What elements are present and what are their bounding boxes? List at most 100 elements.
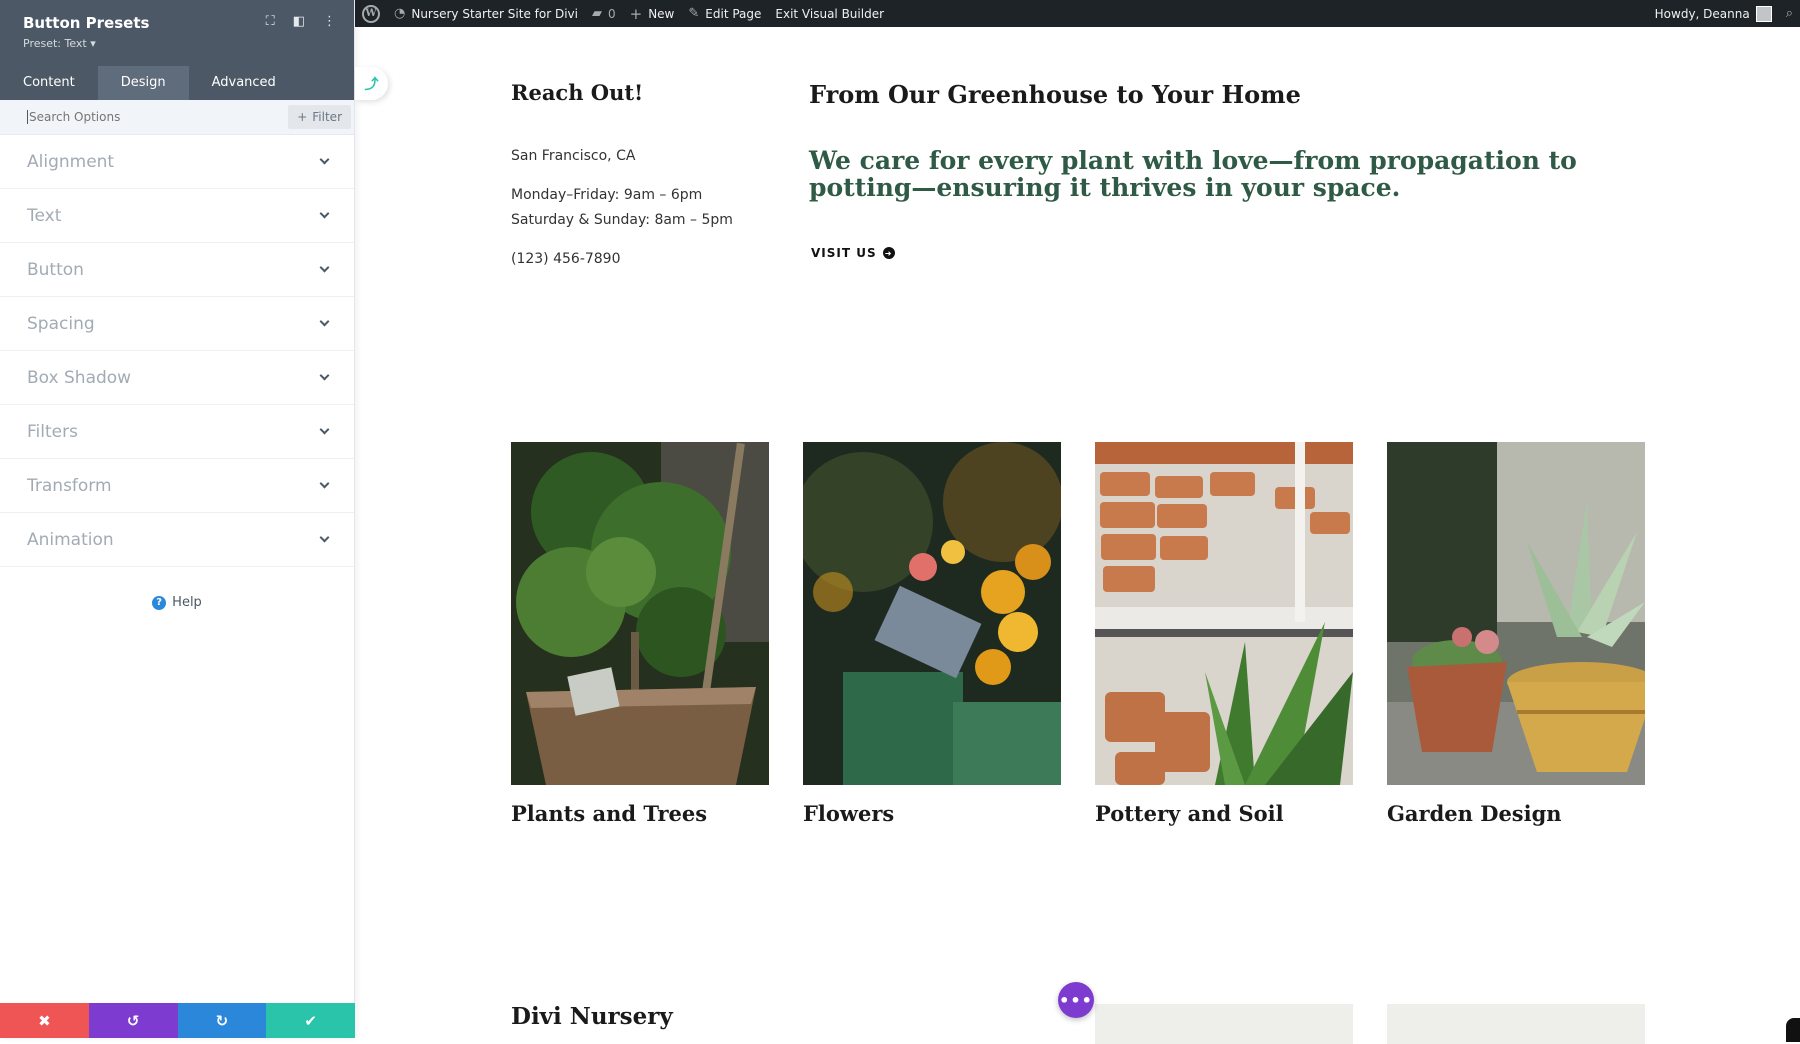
arrow-icon: ⤴ (364, 76, 379, 93)
hero-text: We care for every plant with love—from p… (809, 146, 1577, 202)
toggle-label: Button (27, 259, 84, 280)
collapse-panel-button[interactable]: ⤴ (355, 67, 388, 100)
site-name-link[interactable]: ◔ Nursery Starter Site for Divi (387, 0, 585, 27)
panel-footer: ✖ ↺ ↻ ✔ (0, 1003, 355, 1038)
search-options-input[interactable] (27, 110, 289, 124)
bottom-image-1 (1095, 1004, 1353, 1044)
toggle-label: Transform (27, 475, 112, 496)
avatar (1755, 5, 1772, 22)
arrow-right-icon: ➜ (882, 247, 895, 259)
chevron-down-icon (319, 154, 330, 165)
divi-nursery-heading: Divi Nursery (511, 1003, 673, 1030)
garden-design-image (1387, 442, 1645, 785)
card-caption: Flowers (803, 801, 895, 826)
undo-button[interactable]: ↺ (88, 1003, 178, 1038)
panel-header: Button Presets Preset: Text ▾ ⛶ ◧ ⋮ (0, 0, 354, 66)
toggle-label: Text (27, 205, 62, 226)
phone-text: (123) 456-7890 (511, 251, 621, 267)
chevron-down-icon (319, 424, 330, 435)
dashboard-icon: ◔ (394, 6, 406, 21)
account-menu[interactable]: Howdy, Deanna (1648, 0, 1779, 27)
pencil-icon: ✎ (688, 6, 700, 21)
tab-advanced[interactable]: Advanced (189, 66, 299, 100)
service-card-pottery[interactable]: Pottery and Soil (1095, 442, 1353, 826)
toggle-label: Alignment (27, 151, 115, 172)
admin-bar: W ◔ Nursery Starter Site for Divi ▰ 0 + … (355, 0, 1800, 27)
site-name-label: Nursery Starter Site for Divi (411, 6, 578, 21)
save-button[interactable]: ✔ (266, 1003, 355, 1038)
new-label: New (648, 6, 675, 21)
plus-icon: + (629, 4, 643, 23)
comments-count: 0 (607, 6, 616, 21)
chevron-down-icon (319, 316, 330, 327)
redo-icon: ↻ (215, 1011, 229, 1030)
toggle-filters[interactable]: Filters (0, 405, 354, 459)
search-icon: ⌕ (1785, 6, 1793, 21)
toggle-text[interactable]: Text (0, 189, 354, 243)
help-label: Help (172, 595, 202, 610)
page-settings-toggle[interactable] (1786, 1018, 1800, 1042)
chevron-down-icon (319, 370, 330, 381)
toggle-transform[interactable]: Transform (0, 459, 354, 513)
new-content-link[interactable]: + New (623, 0, 682, 27)
visit-us-label: VISIT US (811, 246, 877, 260)
service-card-flowers[interactable]: Flowers (803, 442, 1061, 826)
address-text: San Francisco, CA (511, 148, 636, 164)
toggle-label: Spacing (27, 313, 95, 334)
toggle-label: Box Shadow (27, 367, 132, 388)
toggle-box-shadow[interactable]: Box Shadow (0, 351, 354, 405)
filter-label: Filter (312, 110, 342, 124)
admin-search-button[interactable]: ⌕ (1779, 0, 1800, 27)
hero-heading: From Our Greenhouse to Your Home (809, 80, 1301, 109)
more-options-icon[interactable]: ⋮ (323, 14, 336, 29)
comment-icon: ▰ (591, 6, 602, 21)
hours-weekend-text: Saturday & Sunday: 8am – 5pm (511, 212, 733, 228)
service-card-plants[interactable]: Plants and Trees (511, 442, 769, 826)
check-icon: ✔ (304, 1011, 317, 1030)
flowers-image (803, 442, 1061, 785)
exit-visual-builder-label: Exit Visual Builder (775, 6, 885, 21)
fullscreen-icon[interactable]: ⛶ (266, 14, 275, 29)
chevron-down-icon (319, 532, 330, 543)
close-icon: ✖ (38, 1011, 51, 1030)
chevron-down-icon (319, 208, 330, 219)
card-caption: Garden Design (1387, 801, 1562, 826)
greeting-label: Howdy, Deanna (1654, 6, 1750, 21)
toggle-alignment[interactable]: Alignment (0, 135, 354, 189)
chevron-down-icon (319, 478, 330, 489)
preset-selector[interactable]: Preset: Text ▾ (23, 37, 331, 50)
panel-tabs: Content Design Advanced (0, 66, 354, 100)
search-row: + Filter (0, 100, 354, 135)
plants-image (511, 442, 769, 785)
wordpress-logo-icon[interactable]: W (355, 0, 387, 27)
discard-button[interactable]: ✖ (0, 1003, 89, 1038)
comments-link[interactable]: ▰ 0 (585, 0, 623, 27)
help-link[interactable]: ? Help (0, 595, 354, 610)
tab-content[interactable]: Content (0, 66, 98, 100)
card-caption: Pottery and Soil (1095, 801, 1284, 826)
exit-visual-builder-link[interactable]: Exit Visual Builder (768, 0, 891, 27)
toggle-label: Animation (27, 529, 114, 550)
visit-us-button[interactable]: VISIT US ➜ (811, 246, 895, 260)
toggle-spacing[interactable]: Spacing (0, 297, 354, 351)
edit-page-label: Edit Page (705, 6, 762, 21)
edit-page-link[interactable]: ✎ Edit Page (681, 0, 768, 27)
pottery-image (1095, 442, 1353, 785)
chevron-down-icon (319, 262, 330, 273)
hours-weekday-text: Monday–Friday: 9am – 6pm (511, 187, 703, 203)
toggle-label: Filters (27, 421, 78, 442)
toggle-animation[interactable]: Animation (0, 513, 354, 567)
more-dots-icon: ••• (1059, 990, 1093, 1010)
filter-button[interactable]: + Filter (288, 105, 351, 129)
split-view-icon[interactable]: ◧ (293, 14, 305, 29)
toggle-button[interactable]: Button (0, 243, 354, 297)
reach-out-heading: Reach Out! (511, 80, 644, 105)
redo-button[interactable]: ↻ (177, 1003, 267, 1038)
service-card-garden-design[interactable]: Garden Design (1387, 442, 1645, 826)
undo-icon: ↺ (126, 1011, 140, 1030)
bottom-image-2 (1387, 1004, 1645, 1044)
help-icon: ? (152, 595, 167, 610)
tab-design[interactable]: Design (97, 66, 189, 100)
card-caption: Plants and Trees (511, 801, 708, 826)
builder-more-options-button[interactable]: ••• (1058, 982, 1094, 1018)
